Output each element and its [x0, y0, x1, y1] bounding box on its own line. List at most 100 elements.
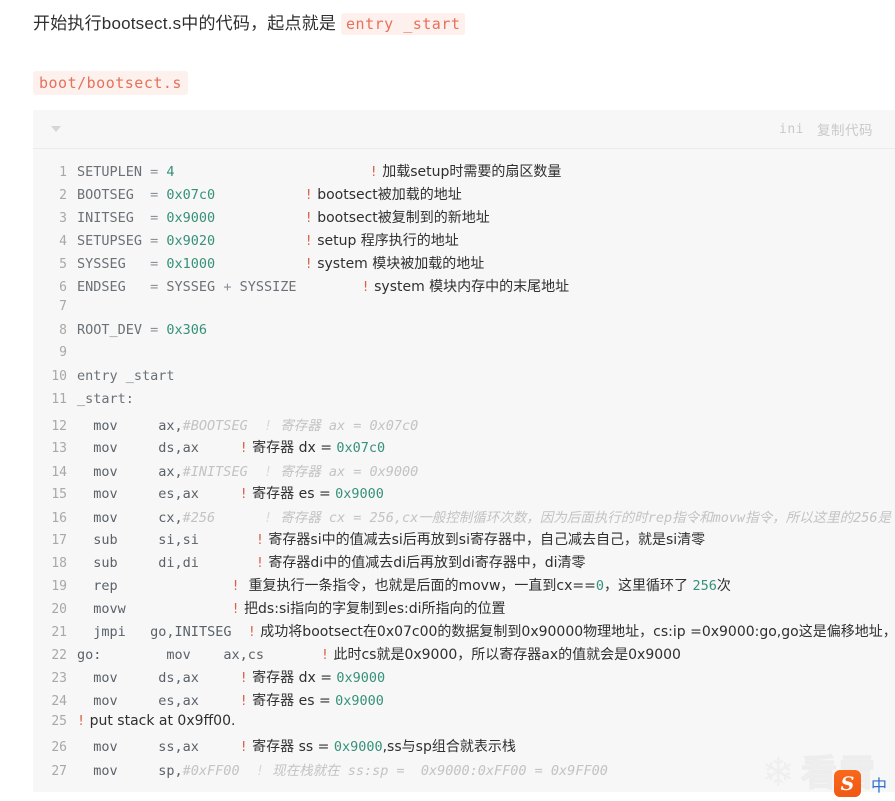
code-line: 11 _start:: [33, 391, 895, 414]
line-number: 8: [59, 323, 67, 338]
code-token: BOOTSEG: [77, 187, 151, 203]
code-token: mov: [77, 486, 118, 502]
sogou-logo-icon[interactable]: S: [833, 770, 861, 797]
code-token: mov: [77, 670, 118, 686]
code-line-content: SETUPSEG = 0x9020 ! setup 程序执行的地址: [77, 230, 895, 250]
code-line-content: sub si,si ! 寄存器si中的值减去si后再放到si寄存器中，自己减去自…: [77, 529, 895, 549]
code-token: sub: [77, 555, 118, 571]
line-number: 21: [51, 625, 67, 640]
code-token: !: [239, 670, 248, 686]
code-token: 0x9000: [166, 210, 216, 226]
code-token: mov: [77, 440, 118, 456]
line-number: 19: [51, 579, 67, 594]
code-token: SYSSIZE: [239, 279, 297, 295]
code-line-content: ENDSEG = SYSSEG + SYSSIZE ! system 模块内存中…: [77, 276, 895, 296]
code-token: ROOT_DEV: [77, 322, 151, 338]
code-line: 20 movw ! 把ds:si指向的字复制到es:di所指向的位置: [33, 598, 895, 621]
code-token: SETUPLEN: [77, 164, 151, 180]
code-line: 6 ENDSEG = SYSSEG + SYSSIZE ! system 模块内存…: [33, 276, 895, 299]
code-token: SYSSEG: [77, 256, 151, 272]
code-token: ，这里循环了: [604, 578, 693, 594]
code-token: sub: [77, 532, 118, 548]
code-token: 此时cs就是0x9000，所以寄存器ax的值就会是0x9000: [329, 647, 681, 663]
code-line: 18 sub di,di ! 寄存器di中的值减去di后再放到di寄存器中，di…: [33, 552, 895, 575]
code-token: !: [320, 647, 330, 663]
code-token: go,INITSEG: [150, 624, 232, 640]
code-token: SYSSEG: [166, 279, 224, 295]
code-line-content: movw ! 把ds:si指向的字复制到es:di所指向的位置: [77, 598, 895, 618]
code-line: 19 rep ! 重复执行一条指令，也就是后面的movw，一直到cx==0，这里…: [33, 575, 895, 598]
code-token: go:: [77, 647, 102, 663]
code-line: 2 BOOTSEG = 0x07c0 ! bootsect被加载的地址: [33, 184, 895, 207]
code-line: 5 SYSSEG = 0x1000 ! system 模块被加载的地址: [33, 253, 895, 276]
code-token: ss,ax: [158, 739, 199, 755]
code-token: cx,: [158, 510, 183, 526]
code-token: 寄存器 es =: [247, 486, 336, 502]
code-token: !: [263, 510, 273, 526]
line-number: 17: [51, 533, 67, 548]
code-token: 次: [716, 578, 731, 594]
code-token: entry _start: [77, 368, 175, 384]
code-token: mov: [77, 418, 118, 434]
code-token: 256: [692, 578, 717, 594]
code-line-content: mov cx,#256 ! 寄存器 cx = 256,cx一般控制循环次数，因为…: [77, 506, 895, 526]
code-token: #BOOTSEG: [182, 418, 248, 434]
code-line-content: ! put stack at 0x9ff00.: [77, 713, 895, 729]
code-token: 4: [166, 164, 175, 180]
code-block-body: 1 SETUPLEN = 4 ! 加载setup时需要的扇区数量 2 BOOTSEG …: [33, 149, 895, 792]
code-line-content: INITSEG = 0x9000 ! bootsect被复制到的新地址: [77, 207, 895, 227]
line-number: 11: [51, 392, 67, 407]
code-line-content: go: mov ax,cs ! 此时cs就是0x9000，所以寄存器ax的值就会…: [77, 644, 895, 664]
code-line: 10 entry _start: [33, 368, 895, 391]
code-line: 8 ROOT_DEV = 0x306: [33, 322, 895, 345]
code-token: 寄存器 dx =: [247, 670, 337, 686]
code-line: 25! put stack at 0x9ff00.: [33, 713, 895, 736]
line-number: 5: [59, 257, 67, 272]
code-line-content: ROOT_DEV = 0x306: [77, 322, 895, 338]
inline-code-entry-start: entry _start: [341, 13, 466, 35]
code-line: 27 mov sp,#0xFF00 ! 现在栈就在 ss:sp = 0x9000…: [33, 759, 895, 782]
line-number: 16: [51, 511, 67, 526]
code-token: bootsect被复制到的新地址: [312, 210, 490, 226]
line-number: 3: [59, 211, 67, 226]
line-number: 20: [51, 602, 67, 617]
code-token: #INITSEG: [182, 464, 248, 480]
code-token: !: [77, 713, 86, 729]
line-number: 18: [51, 556, 67, 571]
line-number: 22: [51, 648, 67, 663]
copy-code-button[interactable]: 复制代码: [817, 119, 873, 139]
code-line-content: sub di,di ! 寄存器di中的值减去di后再放到di寄存器中，di清零: [77, 552, 895, 572]
code-token: !: [239, 693, 248, 709]
code-token: 0x9000: [335, 486, 384, 502]
code-token: #0xFF00: [182, 763, 240, 779]
code-token: !: [304, 233, 313, 249]
ime-mode-label[interactable]: 中: [871, 772, 887, 796]
code-token: put stack at 0x9ff00.: [85, 713, 236, 729]
code-line: 24 mov es,ax ! 寄存器 es = 0x9000: [33, 690, 895, 713]
code-token: ds,ax: [158, 670, 199, 686]
line-number: 26: [51, 740, 67, 755]
code-line-content: entry _start: [77, 368, 895, 384]
code-line: 14 mov ax,#INITSEG ! 寄存器 ax = 0x9000: [33, 460, 895, 483]
code-line: 4 SETUPSEG = 0x9020 ! setup 程序执行的地址: [33, 230, 895, 253]
code-line: 9: [33, 345, 895, 368]
line-number: 7: [59, 299, 67, 314]
code-line: 16 mov cx,#256 ! 寄存器 cx = 256,cx一般控制循环次数…: [33, 506, 895, 529]
chevron-down-icon[interactable]: [51, 126, 61, 132]
code-token: !: [369, 164, 378, 180]
intro-text: 开始执行bootsect.s中的代码，起点就是: [33, 14, 342, 33]
code-token: 寄存器 cx = 256,cx一般控制循环次数，因为后面执行的时rep指令和mo…: [272, 510, 892, 526]
code-token: 寄存器 ax = 0x9000: [272, 464, 419, 480]
